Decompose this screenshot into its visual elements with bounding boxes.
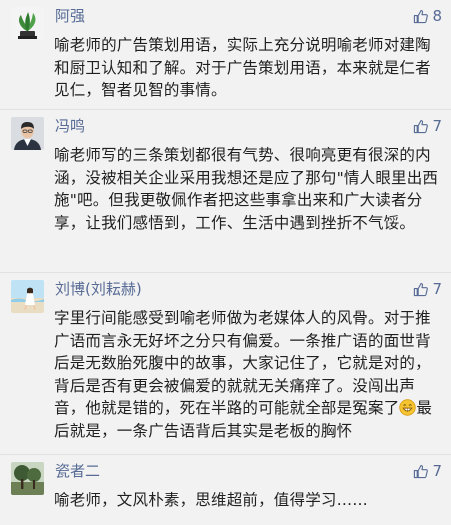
comment-text: 字里行间能感受到喻老师做为老媒体人的风骨。对于推广语而言永无好坏之分只有偏爱。一… [54,307,443,442]
comment-text: 喻老师写的三条策划都很有气势、很响亮更有很深的内涵，没被相关企业采用我想还是应了… [54,146,439,232]
like-button[interactable]: 7 [413,461,442,481]
thumbs-up-icon [414,119,429,133]
comment-author[interactable]: 冯鸣 [55,116,85,136]
beach-photo-icon [11,280,44,313]
like-count: 7 [432,117,442,135]
like-count: 7 [432,280,442,298]
comment-author[interactable]: 阿强 [55,6,85,26]
like-count: 8 [432,7,442,25]
thumbs-up-icon [414,464,429,478]
comment-text: 喻老师，文风朴素，思维超前，值得学习…… [54,491,369,509]
avatar[interactable] [11,462,44,495]
avatar[interactable] [11,280,44,313]
avatar[interactable] [11,117,44,150]
person-photo-icon [11,117,44,150]
comment-text-part: 字里行间能感受到喻老师做为老媒体人的风骨。对于推广语而言永无好坏之分只有偏爱。一… [54,309,431,417]
avatar[interactable] [11,7,44,40]
comment-author[interactable]: 瓷者二 [55,461,100,481]
thumbs-up-icon [414,282,429,296]
grin-emoji-icon [399,399,417,416]
comment-text: 喻老师的广告策划用语，实际上充分说明喻老师对建陶和厨卫认知和了解。对于广告策划用… [54,36,431,99]
comment-item: 瓷者二 7 喻老师，文风朴素，思维超前，值得学习…… [0,455,451,525]
comment-item: 刘博(刘耘赫) 7 字里行间能感受到喻老师做为老媒体人的风骨。对于推广语而言永无… [0,273,451,455]
like-button[interactable]: 7 [413,116,442,136]
comment-item: 阿强 8 喻老师的广告策划用语，实际上充分说明喻老师对建陶和厨卫认知和了解。对于… [0,0,451,110]
comment-author[interactable]: 刘博(刘耘赫) [55,279,142,299]
like-button[interactable]: 7 [413,279,442,299]
thumbs-up-icon [414,9,429,23]
like-button[interactable]: 8 [413,6,442,26]
plant-icon [11,7,44,40]
comment-item: 冯鸣 7 喻老师写的三条策划都很有气势、很响亮更有很深的内涵，没被相关企业采用我… [0,110,451,273]
like-count: 7 [432,462,442,480]
tree-photo-icon [11,462,44,495]
